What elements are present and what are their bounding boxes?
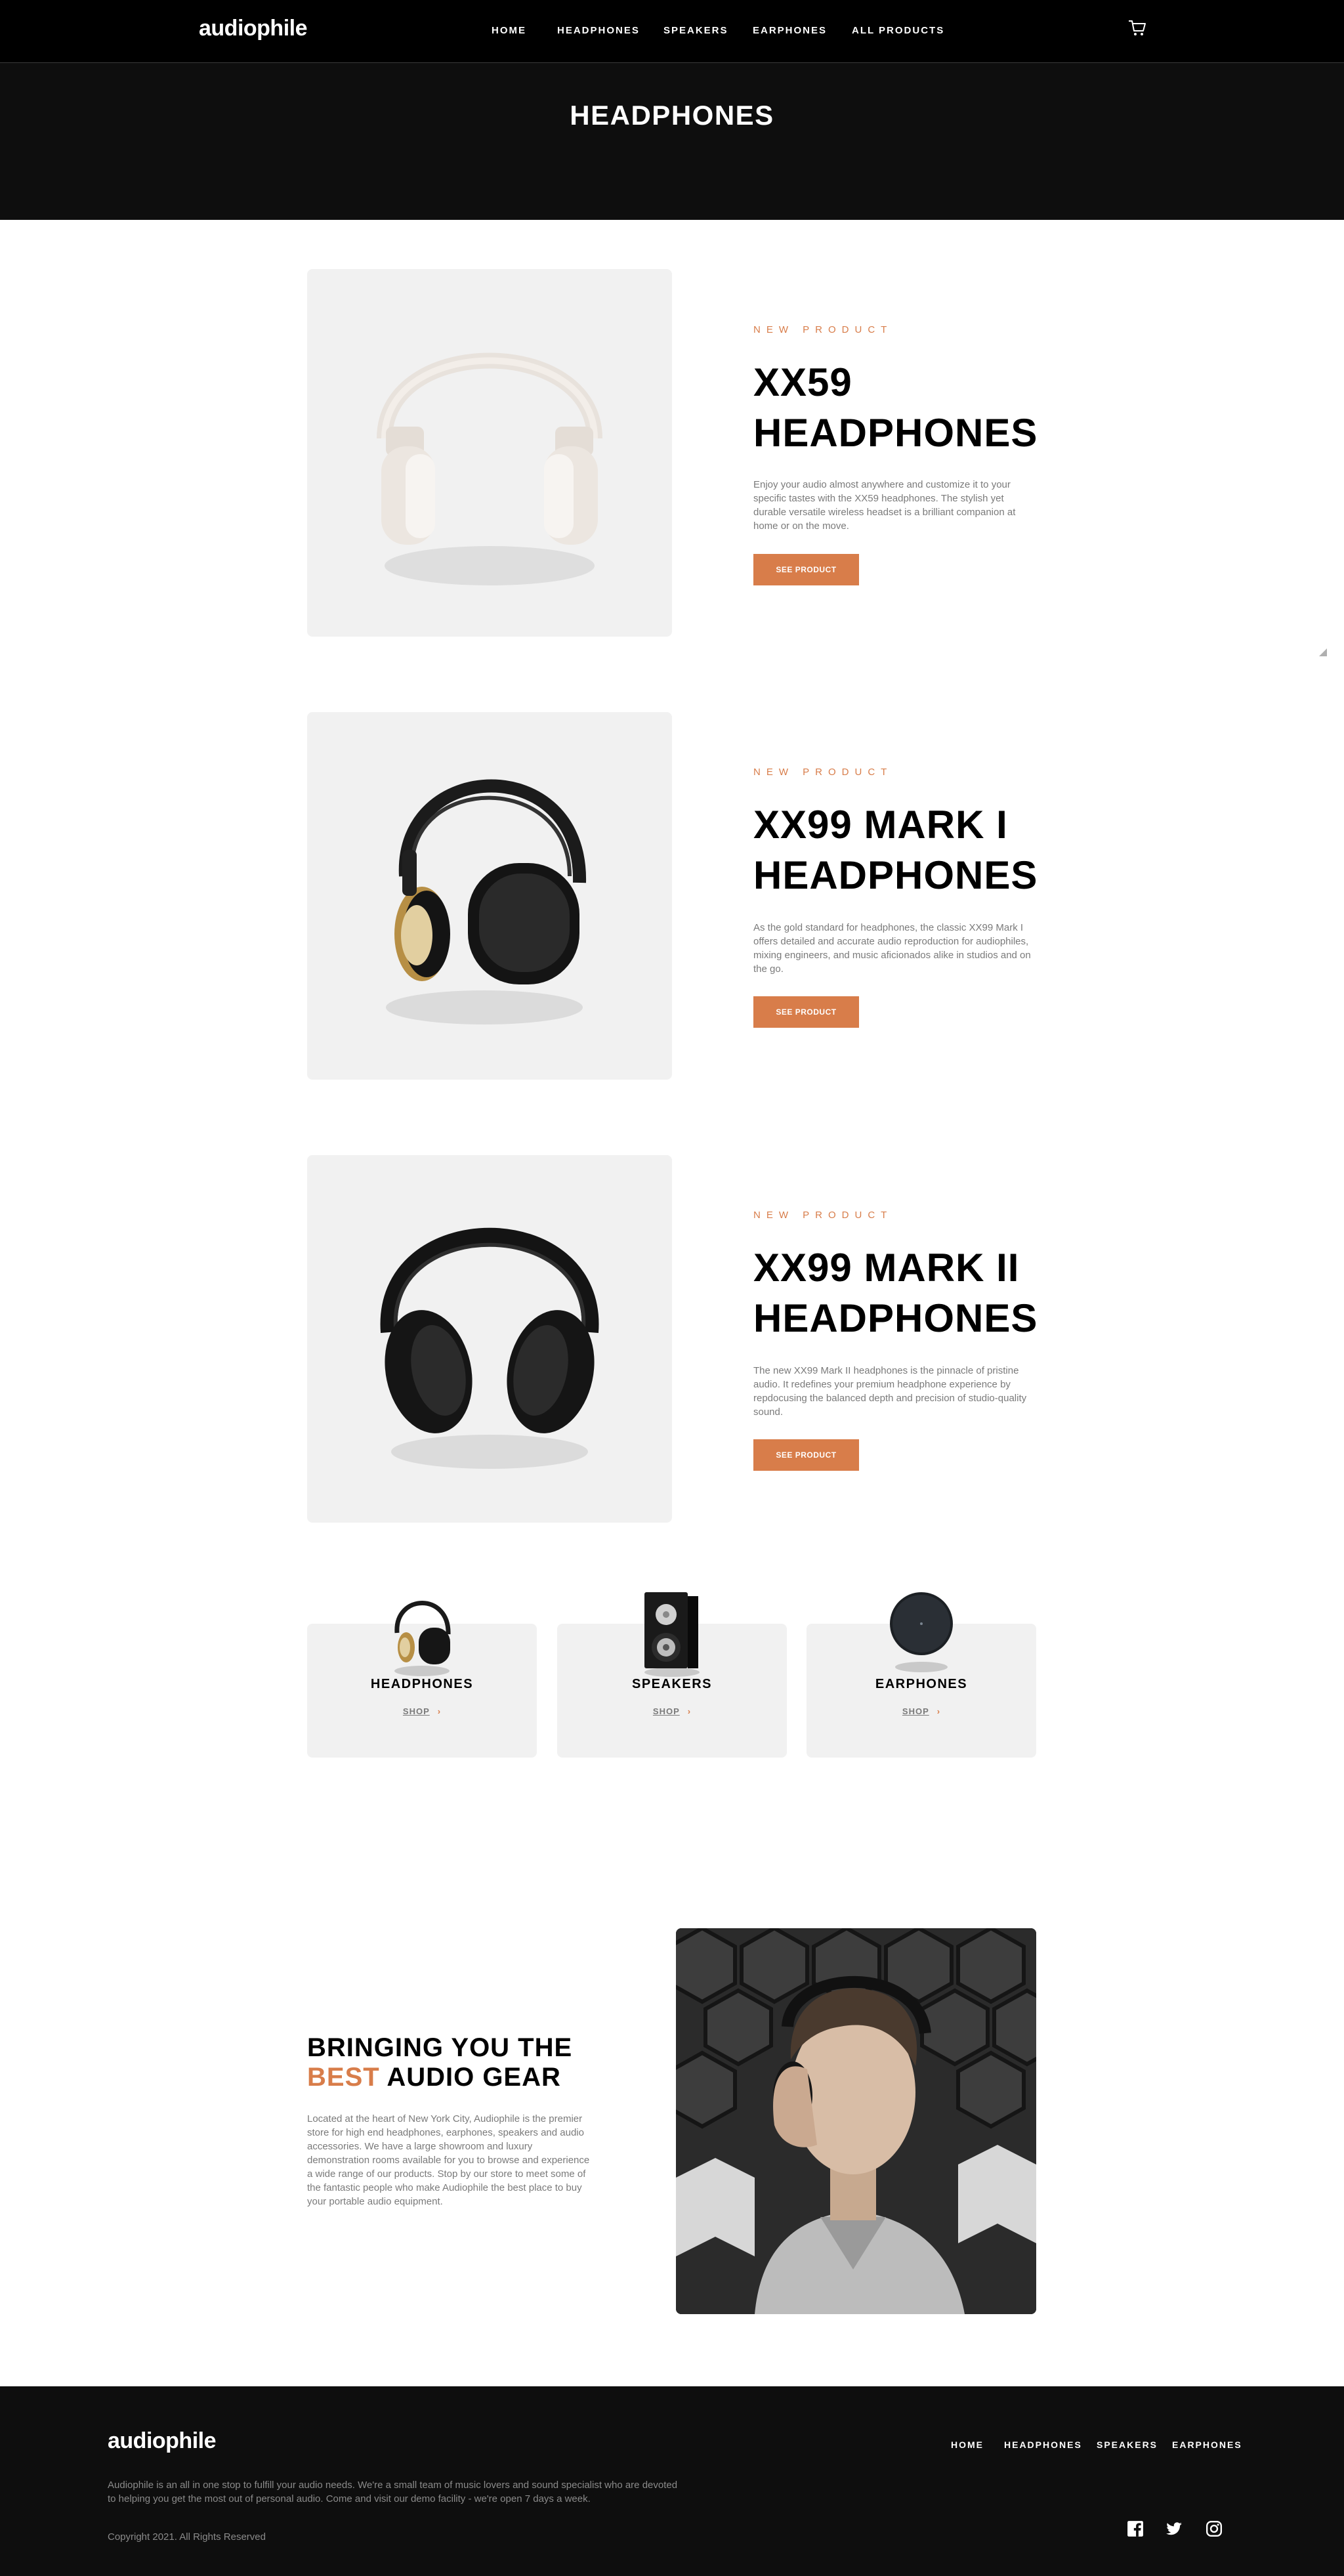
about-photo — [676, 1928, 1036, 2314]
nav-speakers[interactable]: SPEAKERS — [663, 25, 728, 36]
see-product-button[interactable]: SEE PRODUCT — [753, 996, 859, 1028]
shop-link-speakers[interactable]: SHOP › — [557, 1706, 787, 1716]
chevron-right-icon: › — [687, 1706, 692, 1716]
category-title: EARPHONES — [875, 1677, 968, 1691]
footer-logo[interactable]: audiophile — [108, 2428, 217, 2454]
product-description: Enjoy your audio almost anywhere and cus… — [753, 479, 1016, 532]
chevron-right-icon: › — [437, 1706, 442, 1716]
cart-icon[interactable] — [1127, 18, 1147, 38]
headphones-xx99-mark-ii-image — [380, 1227, 599, 1469]
footer-link-headphones[interactable]: HEADPHONES — [1004, 2439, 1082, 2450]
category-title: SPEAKERS — [631, 1677, 713, 1691]
chevron-right-icon: › — [936, 1706, 941, 1716]
product-eyebrow: NEW PRODUCT — [753, 767, 893, 778]
product-eyebrow: NEW PRODUCT — [753, 324, 893, 335]
product-image-xx59 — [307, 269, 672, 637]
man-with-headphones-photo — [676, 1928, 1036, 2314]
shop-link-headphones[interactable]: SHOP › — [307, 1706, 537, 1716]
headphones-thumbnail — [394, 1601, 451, 1676]
page-title: HEADPHONES — [570, 100, 774, 131]
nav-home[interactable]: HOME — [492, 25, 526, 36]
product-title: XX59 HEADPHONES — [753, 360, 1038, 455]
speaker-thumbnail — [644, 1592, 700, 1677]
product-description: As the gold standard for headphones, the… — [753, 922, 1031, 975]
footer-copyright: Copyright 2021. All Rights Reserved — [108, 2531, 266, 2543]
product-title: XX99 MARK II HEADPHONES — [753, 1246, 1038, 1340]
instagram-icon[interactable] — [1206, 2520, 1223, 2537]
footer-link-earphones[interactable]: EARPHONES — [1172, 2439, 1242, 2450]
nav-earphones[interactable]: EARPHONES — [753, 25, 827, 36]
nav-all-products[interactable]: ALL PRODUCTS — [852, 25, 944, 36]
nav-headphones[interactable]: HEADPHONES — [557, 25, 640, 36]
twitter-icon[interactable] — [1166, 2520, 1183, 2537]
product-title: XX99 MARK I HEADPHONES — [753, 803, 1038, 897]
product-eyebrow: NEW PRODUCT — [753, 1210, 893, 1221]
headphones-xx99-mark-i-image — [386, 779, 587, 1024]
see-product-button[interactable]: SEE PRODUCT — [753, 554, 859, 585]
product-image-xx99-mark-i — [307, 712, 672, 1080]
footer-description: Audiophile is an all in one stop to fulf… — [108, 2480, 678, 2504]
product-image-xx99-mark-ii — [307, 1155, 672, 1523]
shop-link-earphones[interactable]: SHOP › — [807, 1706, 1036, 1716]
headphones-xx59-image — [377, 352, 602, 585]
footer-link-home[interactable]: HOME — [951, 2439, 984, 2450]
product-description: The new XX99 Mark II headphones is the p… — [753, 1365, 1027, 1418]
logo[interactable]: audiophile — [199, 16, 308, 41]
resize-handle-icon — [1319, 648, 1327, 656]
see-product-button[interactable]: SEE PRODUCT — [753, 1439, 859, 1471]
about-text: Located at the heart of New York City, A… — [307, 2113, 590, 2207]
facebook-icon[interactable] — [1127, 2520, 1144, 2537]
earphones-thumbnail — [890, 1592, 953, 1672]
about-title: BRINGING YOU THE BEST AUDIO GEAR — [307, 2033, 573, 2092]
footer-link-speakers[interactable]: SPEAKERS — [1097, 2439, 1158, 2450]
category-title: HEADPHONES — [370, 1677, 474, 1691]
